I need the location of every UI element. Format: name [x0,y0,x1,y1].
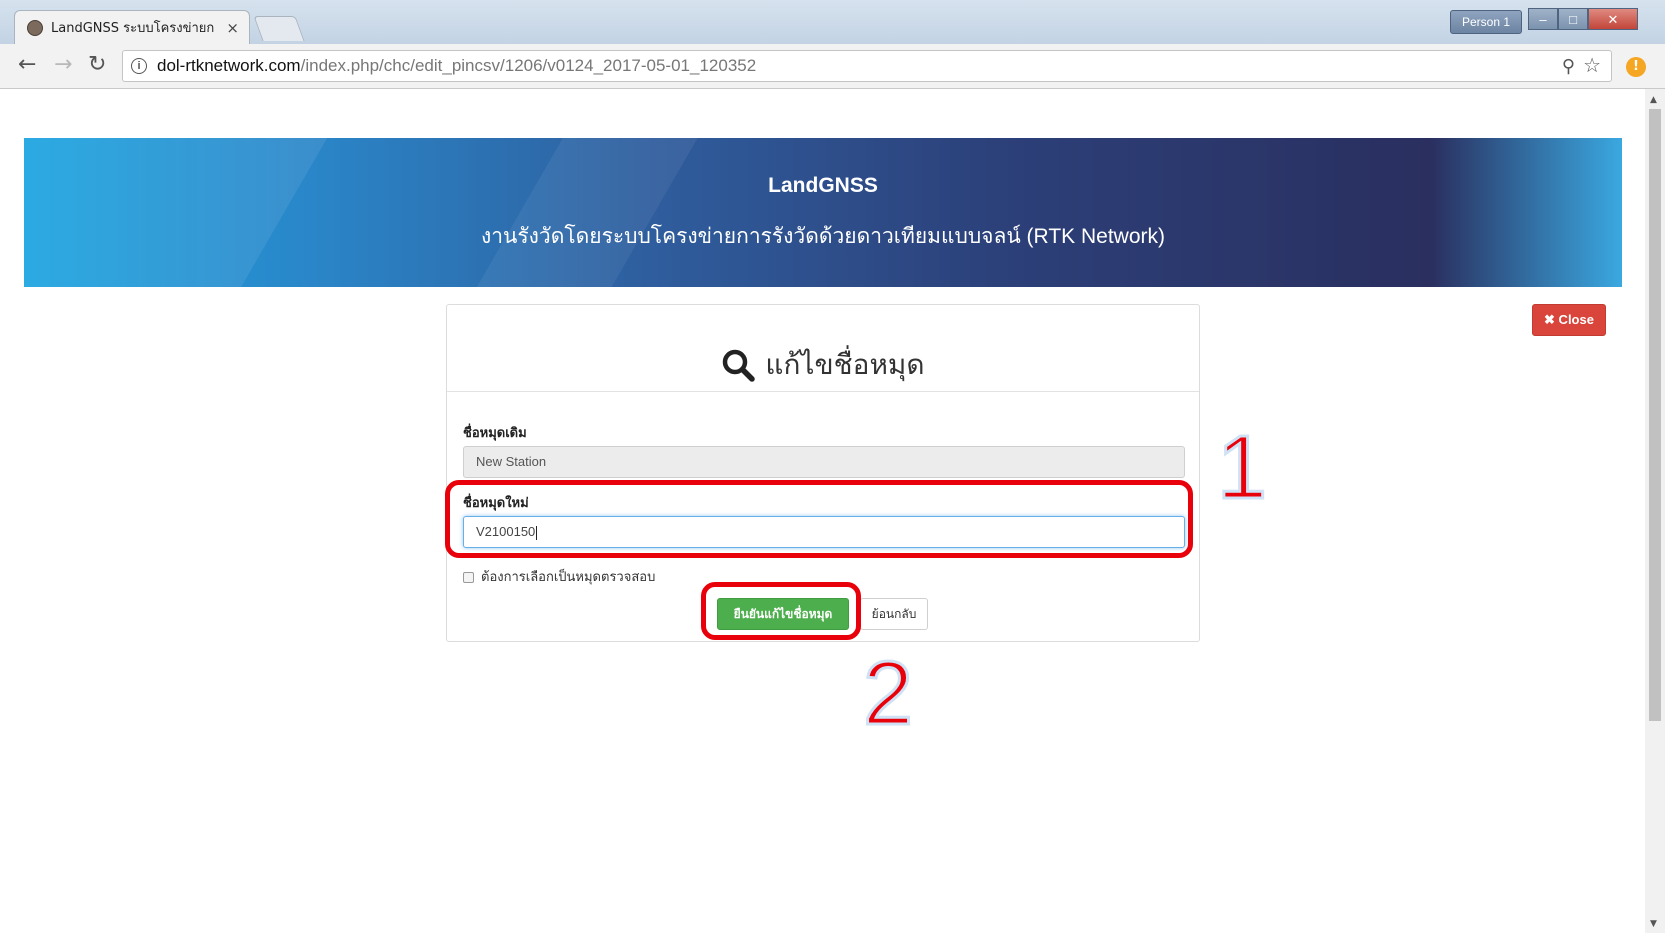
site-favicon-icon [27,19,43,36]
extension-alert-icon[interactable]: ! [1626,57,1646,77]
old-name-label: ชื่อหมุดเดิม [463,425,527,440]
bookmark-star-icon[interactable]: ☆ [1583,51,1601,81]
zoom-icon[interactable]: ⚲ [1562,51,1575,81]
panel-heading: แก้ไขชื่อหมุด [447,305,1199,392]
scroll-thumb[interactable] [1649,109,1661,721]
tab-close-icon[interactable]: × [226,19,239,37]
address-bar[interactable]: i dol-rtknetwork.com/index.php/chc/edit_… [122,50,1612,82]
check-station-label: ต้องการเลือกเป็นหมุดตรวจสอบ [481,569,656,584]
annotation-number-step1: 1 [1215,418,1268,518]
url-text[interactable]: dol-rtknetwork.com/index.php/chc/edit_pi… [157,51,756,81]
annotation-box-step2 [701,582,861,640]
window-close-button[interactable]: ✕ [1588,8,1638,30]
banner-subtitle: งานรังวัดโดยระบบโครงข่ายการรังวัดด้วยดาว… [480,225,1165,248]
profile-button[interactable]: Person 1 [1450,10,1522,34]
scroll-up-arrow-icon[interactable]: ▲ [1650,95,1657,105]
window-controls: – □ ✕ [1528,8,1638,30]
check-station-checkbox[interactable] [463,572,474,583]
page-viewport: LandGNSS งานรังวัดโดยระบบโครงข่ายการรังว… [0,89,1645,933]
url-host: dol-rtknetwork.com [157,56,301,75]
maximize-button[interactable]: □ [1558,8,1588,30]
old-name-field: New Station [463,446,1185,478]
annotation-number-step2: 2 [861,644,914,744]
browser-toolbar: ← → ↻ i dol-rtknetwork.com/index.php/chc… [0,44,1665,89]
url-path: /index.php/chc/edit_pincsv/1206/v0124_20… [300,56,757,75]
back-button[interactable]: ย้อนกลับ [860,598,928,630]
vertical-scrollbar[interactable]: ▲ ▼ [1645,89,1665,933]
browser-titlebar: LandGNSS ระบบโครงข่ายก × Person 1 – □ ✕ [0,0,1665,44]
site-info-icon[interactable]: i [131,58,147,74]
minimize-button[interactable]: – [1528,8,1558,30]
site-banner: LandGNSS งานรังวัดโดยระบบโครงข่ายการรังว… [24,138,1622,287]
banner-title: LandGNSS [768,174,878,197]
close-button[interactable]: ✖ Close [1532,304,1606,336]
panel-title: แก้ไขชื่อหมุด [765,349,925,380]
forward-arrow-icon[interactable]: → [54,52,72,78]
scroll-down-arrow-icon[interactable]: ▼ [1650,919,1657,929]
tab-title: LandGNSS ระบบโครงข่ายก [51,21,215,36]
reload-icon[interactable]: ↻ [88,52,106,78]
annotation-box-step1 [445,480,1193,558]
browser-tab[interactable]: LandGNSS ระบบโครงข่ายก × [14,10,250,44]
back-arrow-icon[interactable]: ← [18,52,36,78]
search-icon [723,349,756,382]
new-tab-button[interactable] [253,16,305,41]
